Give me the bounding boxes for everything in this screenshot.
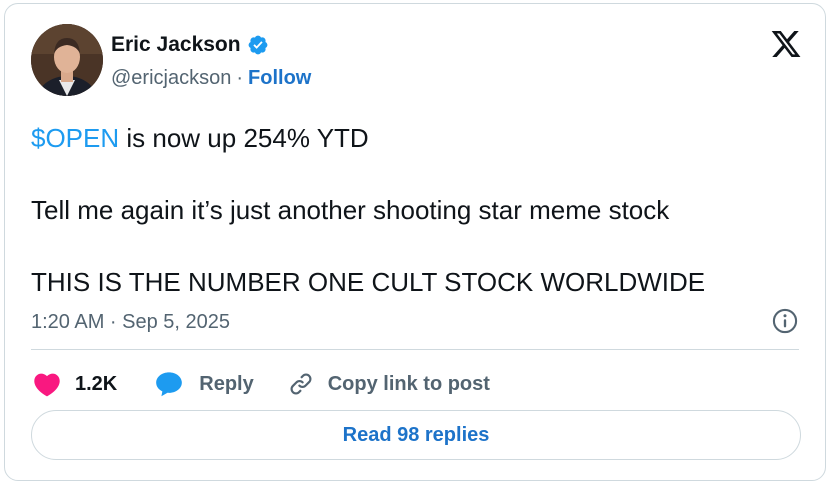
tweet-timestamp[interactable]: 1:20 AM · Sep 5, 2025 <box>31 311 230 334</box>
follow-link[interactable]: Follow <box>248 67 311 90</box>
tweet-line-1-text: is now up 254% YTD <box>119 123 369 153</box>
copy-link-label: Copy link to post <box>327 372 490 395</box>
tweet-text: $OPEN is now up 254% YTD Tell me again i… <box>31 120 811 300</box>
info-icon[interactable] <box>771 307 799 335</box>
reply-button[interactable]: Reply <box>155 371 254 397</box>
action-bar: 1.2K Reply Copy link to post <box>33 366 490 402</box>
read-replies-button[interactable]: Read 98 replies <box>31 410 801 460</box>
author-handle[interactable]: @ericjackson <box>111 67 231 90</box>
cashtag-link[interactable]: $OPEN <box>31 123 119 153</box>
avatar-photo <box>31 24 103 96</box>
heart-icon <box>34 373 60 397</box>
reply-label: Reply <box>199 372 254 395</box>
tweet-line-1: $OPEN is now up 254% YTD <box>31 120 811 156</box>
reply-bubble-icon <box>156 372 183 397</box>
tweet-card: Eric Jackson @ericjackson · Follow $OPEN… <box>4 3 826 481</box>
author-handle-row: @ericjackson · Follow <box>111 67 311 90</box>
like-button[interactable]: 1.2K <box>33 371 117 397</box>
like-count: 1.2K <box>75 372 118 395</box>
tweet-line-2: Tell me again it’s just another shooting… <box>31 195 670 225</box>
tweet-line-3: THIS IS THE NUMBER ONE CULT STOCK WORLDW… <box>31 267 706 297</box>
link-icon <box>290 373 312 395</box>
x-logo-icon[interactable] <box>769 28 803 60</box>
separator-dot: · <box>236 67 244 89</box>
author-name[interactable]: Eric Jackson <box>111 33 241 57</box>
divider <box>31 349 799 350</box>
author-avatar[interactable] <box>31 24 103 96</box>
copy-link-button[interactable]: Copy link to post <box>288 371 490 397</box>
author-name-row: Eric Jackson <box>111 33 269 57</box>
verified-badge-icon <box>248 35 267 55</box>
